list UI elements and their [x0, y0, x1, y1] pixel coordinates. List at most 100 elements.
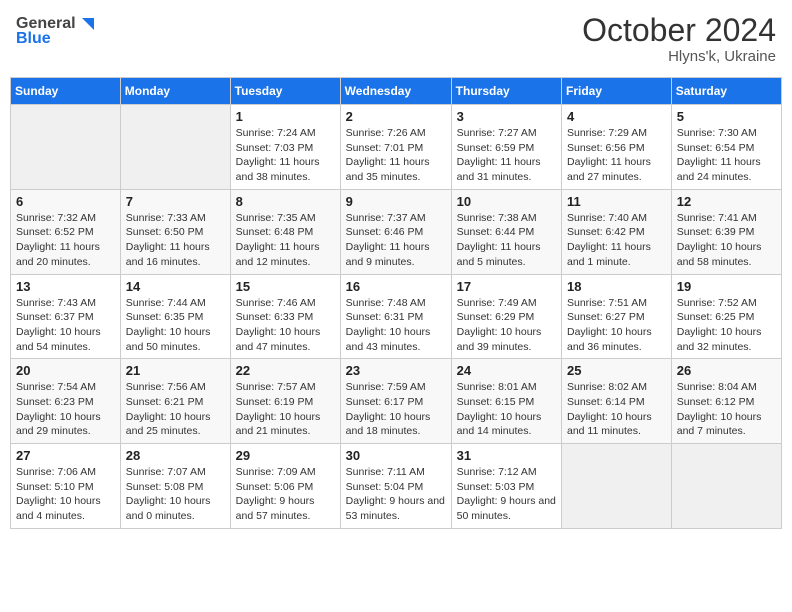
calendar-cell: 25 Sunrise: 8:02 AMSunset: 6:14 PMDayligh…: [562, 359, 672, 444]
day-info: Sunrise: 8:01 AMSunset: 6:15 PMDaylight:…: [457, 380, 556, 439]
logo-blue-text: Blue: [16, 30, 51, 48]
day-number: 21: [126, 363, 225, 378]
day-number: 23: [346, 363, 446, 378]
day-number: 15: [236, 279, 335, 294]
day-info: Sunrise: 7:49 AMSunset: 6:29 PMDaylight:…: [457, 296, 556, 355]
day-header-saturday: Saturday: [671, 78, 781, 105]
day-number: 13: [16, 279, 115, 294]
day-number: 2: [346, 109, 446, 124]
day-info: Sunrise: 7:44 AMSunset: 6:35 PMDaylight:…: [126, 296, 225, 355]
calendar-cell: 30Sunrise: 7:11 AMSunset: 5:04 PMDayligh…: [340, 444, 451, 529]
day-number: 31: [457, 448, 556, 463]
day-header-tuesday: Tuesday: [230, 78, 340, 105]
day-header-sunday: Sunday: [11, 78, 121, 105]
calendar-cell: 9 Sunrise: 7:37 AMSunset: 6:46 PMDaylight…: [340, 189, 451, 274]
calendar-cell: 31 Sunrise: 7:12 AMSunset: 5:03 PMDayligh…: [451, 444, 561, 529]
day-info: Sunrise: 7:37 AMSunset: 6:46 PMDaylight:…: [346, 211, 446, 270]
day-number: 20: [16, 363, 115, 378]
day-info: Sunrise: 7:40 AMSunset: 6:42 PMDaylight:…: [567, 211, 666, 270]
calendar-cell: 26 Sunrise: 8:04 AMSunset: 6:12 PMDayligh…: [671, 359, 781, 444]
calendar-cell: 28 Sunrise: 7:07 AMSunset: 5:08 PMDayligh…: [120, 444, 230, 529]
day-info: Sunrise: 7:48 AMSunset: 6:31 PMDaylight:…: [346, 296, 446, 355]
calendar-cell: 6Sunrise: 7:32 AMSunset: 6:52 PMDaylight…: [11, 189, 121, 274]
day-number: 4: [567, 109, 666, 124]
calendar-cell: 19Sunrise: 7:52 AMSunset: 6:25 PMDayligh…: [671, 274, 781, 359]
day-number: 10: [457, 194, 556, 209]
day-number: 24: [457, 363, 556, 378]
calendar-cell: 24 Sunrise: 8:01 AMSunset: 6:15 PMDayligh…: [451, 359, 561, 444]
day-number: 25: [567, 363, 666, 378]
day-number: 26: [677, 363, 776, 378]
day-info: Sunrise: 8:02 AMSunset: 6:14 PMDaylight:…: [567, 380, 666, 439]
day-info: Sunrise: 7:26 AMSunset: 7:01 PMDaylight:…: [346, 126, 446, 185]
calendar-cell: 12 Sunrise: 7:41 AMSunset: 6:39 PMDayligh…: [671, 189, 781, 274]
day-info: Sunrise: 7:52 AMSunset: 6:25 PMDaylight:…: [677, 296, 776, 355]
calendar-cell: 13Sunrise: 7:43 AMSunset: 6:37 PMDayligh…: [11, 274, 121, 359]
day-info: Sunrise: 8:04 AMSunset: 6:12 PMDaylight:…: [677, 380, 776, 439]
location: Hlyns'k, Ukraine: [582, 48, 776, 65]
day-number: 3: [457, 109, 556, 124]
day-info: Sunrise: 7:32 AMSunset: 6:52 PMDaylight:…: [16, 211, 115, 270]
calendar-cell: 15Sunrise: 7:46 AMSunset: 6:33 PMDayligh…: [230, 274, 340, 359]
day-info: Sunrise: 7:29 AMSunset: 6:56 PMDaylight:…: [567, 126, 666, 185]
day-info: Sunrise: 7:24 AMSunset: 7:03 PMDaylight:…: [236, 126, 335, 185]
calendar-cell: 2 Sunrise: 7:26 AMSunset: 7:01 PMDaylight…: [340, 105, 451, 190]
day-info: Sunrise: 7:56 AMSunset: 6:21 PMDaylight:…: [126, 380, 225, 439]
day-info: Sunrise: 7:38 AMSunset: 6:44 PMDaylight:…: [457, 211, 556, 270]
calendar-header-row: SundayMondayTuesdayWednesdayThursdayFrid…: [11, 78, 782, 105]
day-info: Sunrise: 7:41 AMSunset: 6:39 PMDaylight:…: [677, 211, 776, 270]
day-number: 11: [567, 194, 666, 209]
calendar-table: SundayMondayTuesdayWednesdayThursdayFrid…: [10, 77, 782, 529]
calendar-cell: [11, 105, 121, 190]
calendar-cell: 27Sunrise: 7:06 AMSunset: 5:10 PMDayligh…: [11, 444, 121, 529]
calendar-cell: 20 Sunrise: 7:54 AMSunset: 6:23 PMDayligh…: [11, 359, 121, 444]
day-header-friday: Friday: [562, 78, 672, 105]
day-number: 8: [236, 194, 335, 209]
page-header: General Blue October 2024 Hlyns'k, Ukrai…: [10, 10, 782, 69]
calendar-cell: 21 Sunrise: 7:56 AMSunset: 6:21 PMDayligh…: [120, 359, 230, 444]
calendar-cell: 16Sunrise: 7:48 AMSunset: 6:31 PMDayligh…: [340, 274, 451, 359]
day-info: Sunrise: 7:54 AMSunset: 6:23 PMDaylight:…: [16, 380, 115, 439]
calendar-week-5: 27Sunrise: 7:06 AMSunset: 5:10 PMDayligh…: [11, 444, 782, 529]
day-number: 17: [457, 279, 556, 294]
day-header-thursday: Thursday: [451, 78, 561, 105]
logo-arrow-icon: [78, 14, 98, 34]
day-number: 28: [126, 448, 225, 463]
calendar-cell: 18Sunrise: 7:51 AMSunset: 6:27 PMDayligh…: [562, 274, 672, 359]
day-info: Sunrise: 7:57 AMSunset: 6:19 PMDaylight:…: [236, 380, 335, 439]
day-info: Sunrise: 7:51 AMSunset: 6:27 PMDaylight:…: [567, 296, 666, 355]
calendar-week-1: 1 Sunrise: 7:24 AMSunset: 7:03 PMDaylight…: [11, 105, 782, 190]
day-info: Sunrise: 7:07 AMSunset: 5:08 PMDaylight:…: [126, 465, 225, 524]
month-title: October 2024: [582, 14, 776, 46]
day-info: Sunrise: 7:35 AMSunset: 6:48 PMDaylight:…: [236, 211, 335, 270]
calendar-cell: 11 Sunrise: 7:40 AMSunset: 6:42 PMDayligh…: [562, 189, 672, 274]
day-info: Sunrise: 7:30 AMSunset: 6:54 PMDaylight:…: [677, 126, 776, 185]
calendar-cell: 5 Sunrise: 7:30 AMSunset: 6:54 PMDaylight…: [671, 105, 781, 190]
calendar-cell: 3 Sunrise: 7:27 AMSunset: 6:59 PMDaylight…: [451, 105, 561, 190]
day-number: 1: [236, 109, 335, 124]
day-info: Sunrise: 7:27 AMSunset: 6:59 PMDaylight:…: [457, 126, 556, 185]
calendar-cell: [120, 105, 230, 190]
day-info: Sunrise: 7:09 AMSunset: 5:06 PMDaylight:…: [236, 465, 335, 524]
day-info: Sunrise: 7:12 AMSunset: 5:03 PMDaylight:…: [457, 465, 556, 524]
day-number: 12: [677, 194, 776, 209]
calendar-week-4: 20 Sunrise: 7:54 AMSunset: 6:23 PMDayligh…: [11, 359, 782, 444]
calendar-cell: 17 Sunrise: 7:49 AMSunset: 6:29 PMDayligh…: [451, 274, 561, 359]
day-number: 9: [346, 194, 446, 209]
day-info: Sunrise: 7:33 AMSunset: 6:50 PMDaylight:…: [126, 211, 225, 270]
day-number: 29: [236, 448, 335, 463]
calendar-cell: 14 Sunrise: 7:44 AMSunset: 6:35 PMDayligh…: [120, 274, 230, 359]
calendar-cell: [671, 444, 781, 529]
day-number: 30: [346, 448, 446, 463]
day-header-wednesday: Wednesday: [340, 78, 451, 105]
calendar-week-3: 13Sunrise: 7:43 AMSunset: 6:37 PMDayligh…: [11, 274, 782, 359]
day-info: Sunrise: 7:06 AMSunset: 5:10 PMDaylight:…: [16, 465, 115, 524]
calendar-cell: 1 Sunrise: 7:24 AMSunset: 7:03 PMDaylight…: [230, 105, 340, 190]
day-number: 7: [126, 194, 225, 209]
logo: General Blue: [16, 14, 98, 48]
calendar-cell: [562, 444, 672, 529]
day-info: Sunrise: 7:59 AMSunset: 6:17 PMDaylight:…: [346, 380, 446, 439]
calendar-cell: 4 Sunrise: 7:29 AMSunset: 6:56 PMDaylight…: [562, 105, 672, 190]
day-number: 5: [677, 109, 776, 124]
day-number: 14: [126, 279, 225, 294]
